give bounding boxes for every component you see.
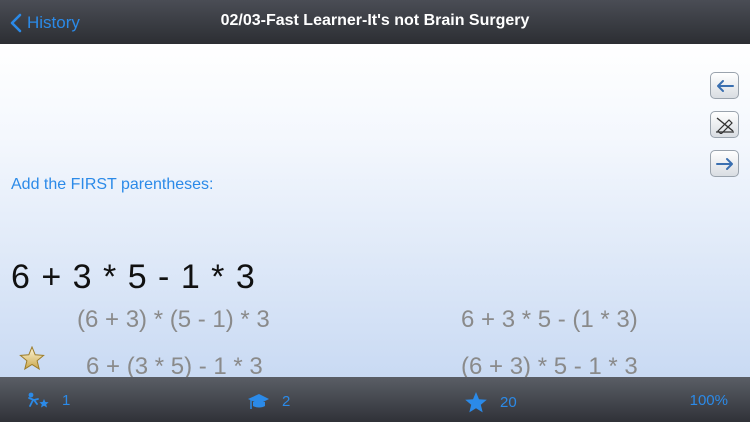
answer-option-2[interactable]: 6 + 3 * 5 - (1 * 3): [461, 306, 638, 334]
prev-arrow-icon: [716, 79, 734, 92]
graduation-cap-icon: [248, 394, 269, 409]
stars-stat: 20: [464, 391, 517, 414]
answer-option-1[interactable]: (6 + 3) * (5 - 1) * 3: [77, 306, 270, 334]
clear-answer-button[interactable]: [710, 111, 739, 138]
math-expression: 6 + 3 * 5 - 1 * 3: [11, 258, 256, 296]
no-pencil-icon: [715, 116, 734, 134]
score-percent: 100%: [689, 392, 728, 409]
runner-star-icon: [28, 392, 49, 408]
star-icon: [19, 346, 45, 371]
level-count: 2: [282, 392, 291, 410]
star-filled-icon: [465, 392, 487, 413]
level-stat: 2: [246, 391, 290, 411]
next-button[interactable]: [710, 150, 739, 177]
previous-button[interactable]: [710, 72, 739, 99]
streak-stat: 1: [26, 391, 70, 409]
navigation-bar: History 02/03-Fast Learner-It's not Brai…: [0, 0, 750, 44]
next-arrow-icon: [715, 157, 733, 170]
streak-count: 1: [62, 391, 71, 409]
page-title: 02/03-Fast Learner-It's not Brain Surger…: [220, 12, 530, 29]
stars-count: 20: [500, 394, 517, 411]
status-bar: 1 2 20 100%: [0, 377, 750, 422]
question-prompt: Add the FIRST parentheses:: [11, 176, 214, 193]
